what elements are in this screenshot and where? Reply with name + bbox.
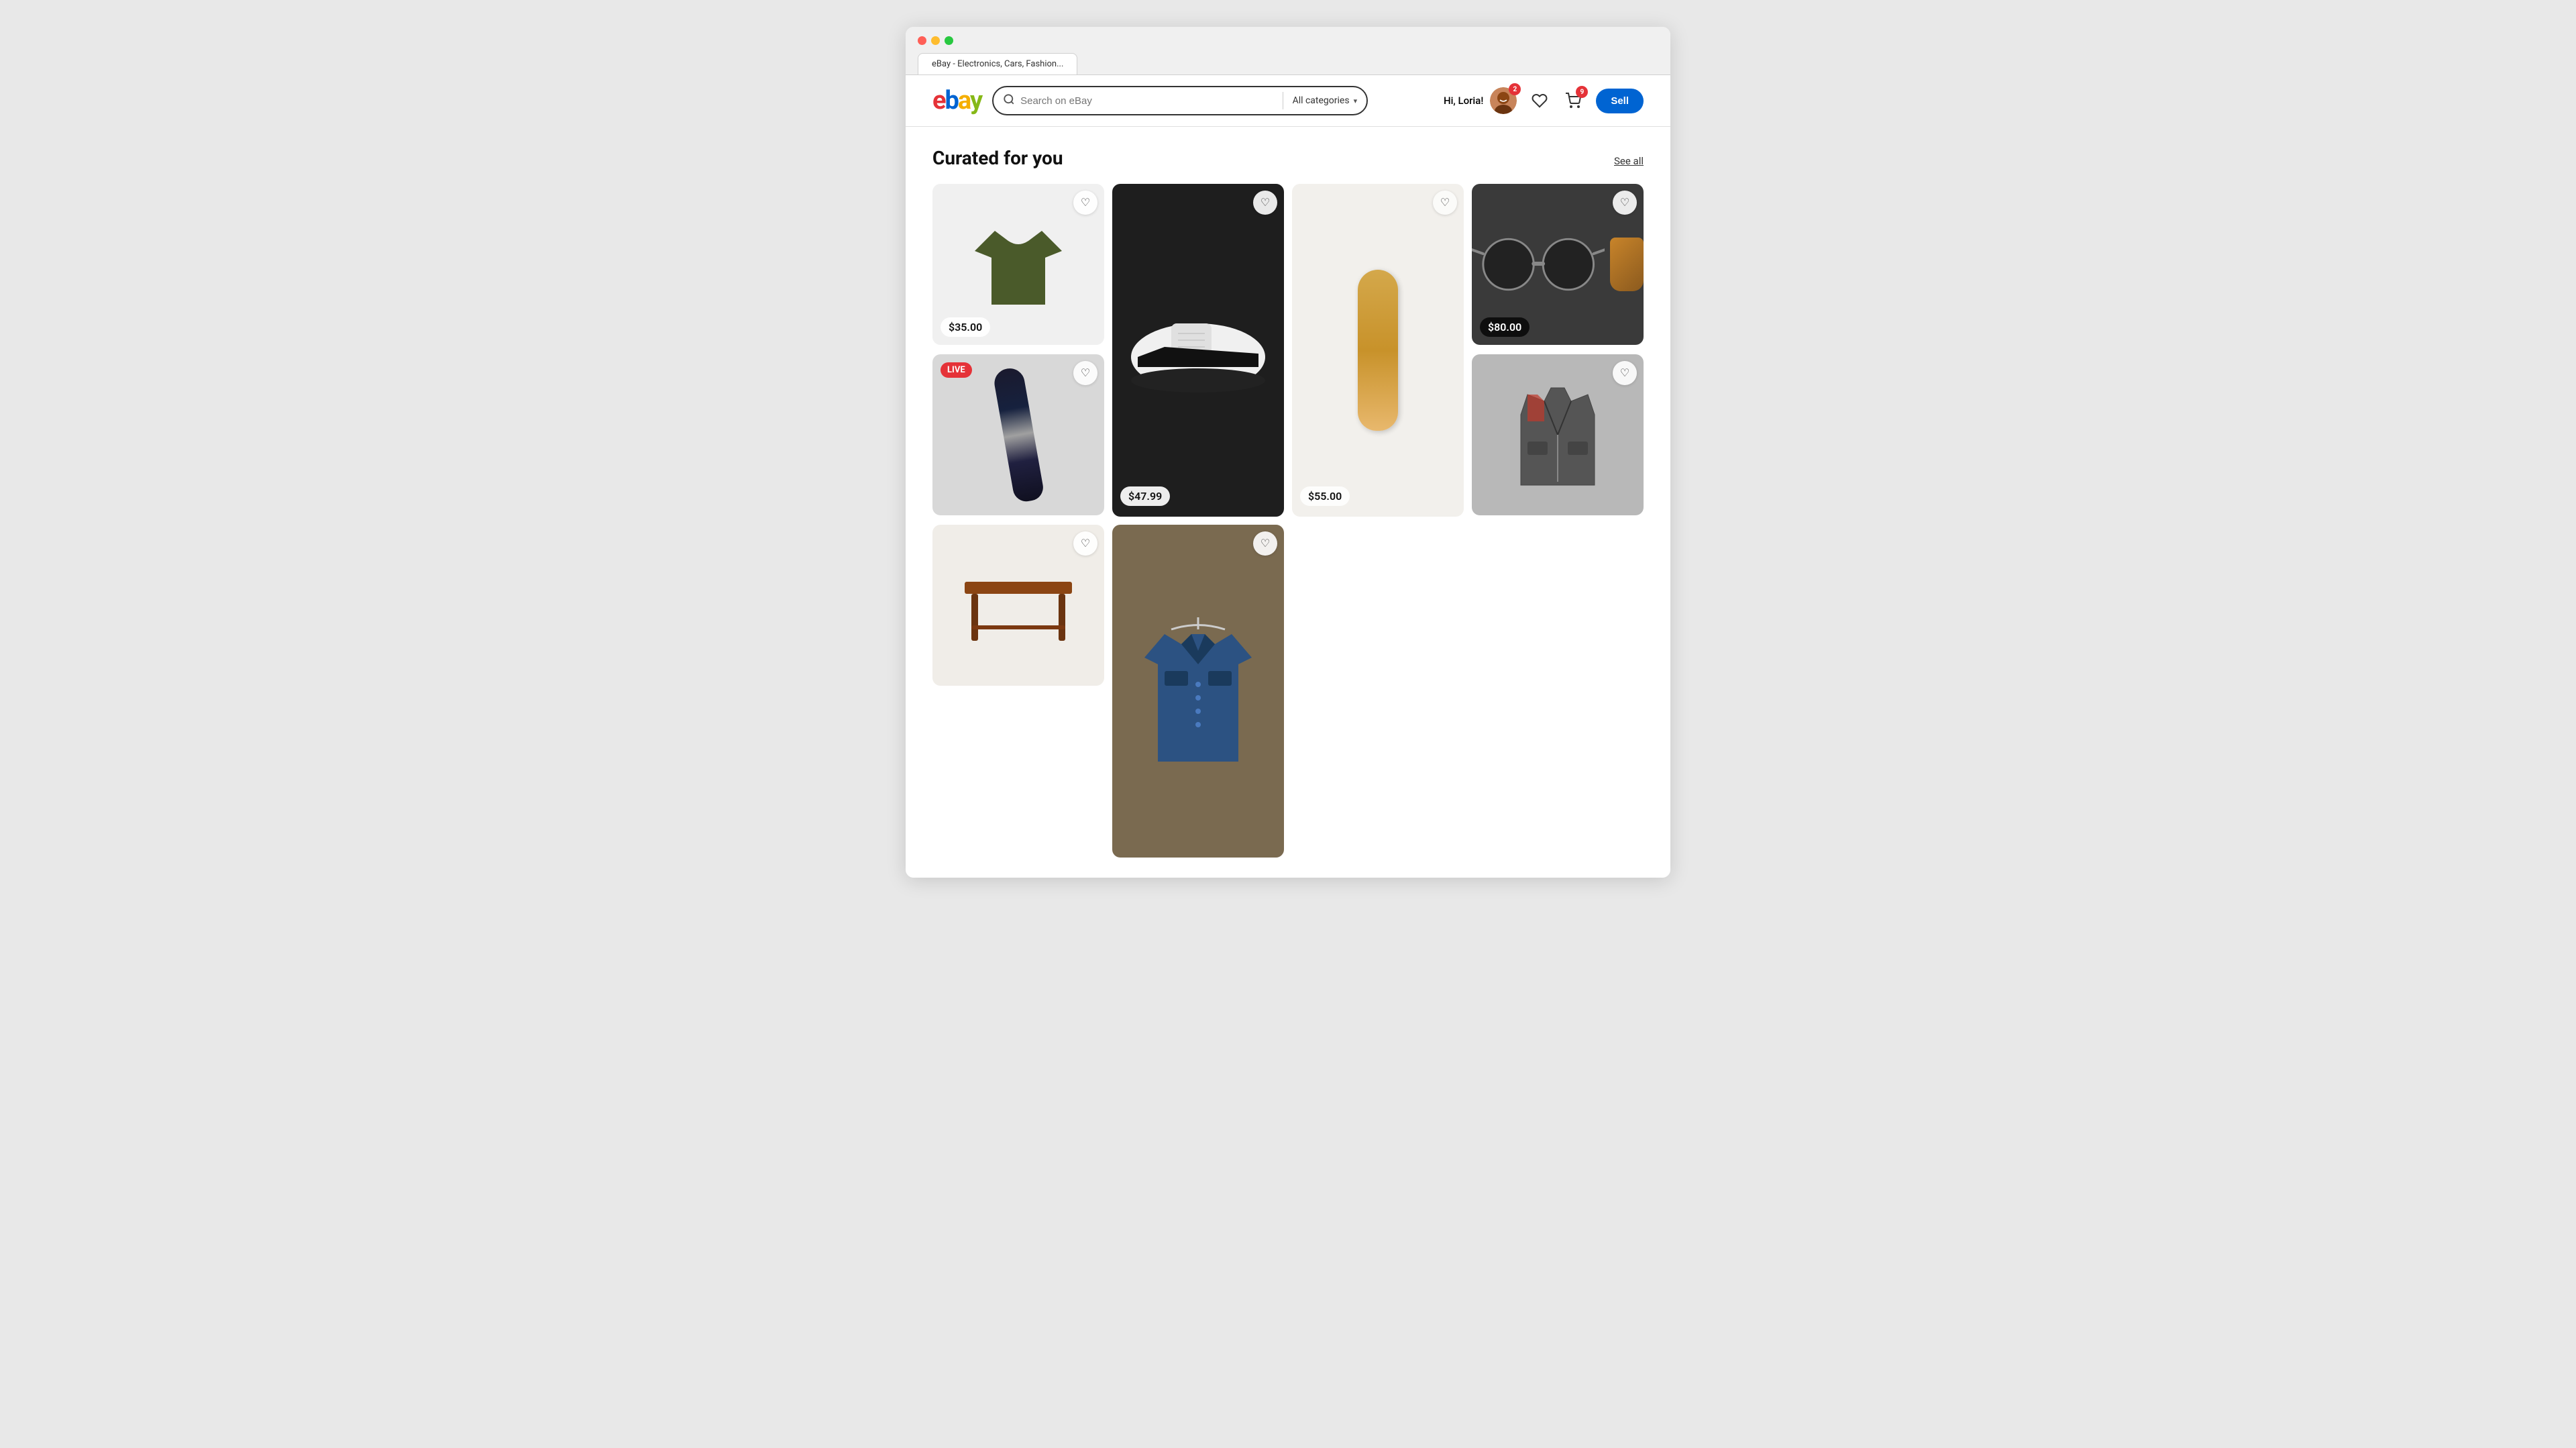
category-label: All categories — [1293, 95, 1350, 106]
logo-e: e — [932, 86, 945, 115]
shoes-svg — [1124, 303, 1272, 397]
product-card-tshirt[interactable]: ♡ $35.00 — [932, 184, 1104, 345]
cart-button-wrap: 9 — [1562, 90, 1584, 111]
wishlist-button-wrap — [1529, 90, 1550, 111]
price-badge-sunglasses: $80.00 — [1480, 317, 1529, 337]
user-notification-badge: 2 — [1509, 83, 1521, 95]
price-badge-shoes: $47.99 — [1120, 486, 1170, 506]
wishlist-button[interactable] — [1529, 90, 1550, 111]
wishlist-tshirt-button[interactable]: ♡ — [1073, 191, 1097, 215]
wishlist-jacket-button[interactable]: ♡ — [1253, 531, 1277, 556]
category-select[interactable]: All categories ▾ — [1283, 95, 1367, 106]
ebay-logo[interactable]: ebay — [932, 86, 981, 115]
price-badge-skateboard: $55.00 — [1300, 486, 1350, 506]
skate-deck — [1358, 270, 1398, 431]
tab-label: eBay - Electronics, Cars, Fashion... — [932, 59, 1063, 69]
product-grid: ♡ $35.00 ♡ — [932, 184, 1644, 858]
product-card-snowboard[interactable]: LIVE ♡ — [932, 354, 1104, 515]
dot-minimize[interactable] — [931, 36, 940, 45]
user-avatar-wrap: 2 — [1490, 87, 1517, 114]
dot-fullscreen[interactable] — [945, 36, 953, 45]
shoes-image — [1112, 184, 1284, 517]
see-all-link[interactable]: See all — [1614, 155, 1644, 167]
table-svg — [958, 562, 1079, 649]
browser-window: eBay - Electronics, Cars, Fashion... eba… — [906, 27, 1670, 878]
live-badge: LIVE — [941, 362, 972, 378]
chevron-down-icon: ▾ — [1354, 97, 1358, 105]
product-card-jacket[interactable]: ♡ — [1112, 525, 1284, 858]
vest-svg — [1514, 381, 1601, 488]
search-input[interactable] — [1020, 95, 1273, 107]
sunglasses-svg — [1472, 231, 1605, 298]
browser-tab[interactable]: eBay - Electronics, Cars, Fashion... — [918, 53, 1077, 74]
search-bar: All categories ▾ — [992, 86, 1368, 115]
search-icon — [1003, 93, 1015, 108]
product-card-vest[interactable]: ♡ — [1472, 354, 1644, 515]
dot-close[interactable] — [918, 36, 926, 45]
header: ebay All categories ▾ — [906, 75, 1670, 127]
section-header: Curated for you See all — [932, 147, 1644, 169]
logo-b: b — [945, 86, 958, 115]
product-card-sunglasses[interactable]: ♡ — [1472, 184, 1644, 345]
logo-y: y — [970, 86, 981, 115]
glasses-case — [1610, 238, 1644, 291]
wishlist-snowboard-button[interactable]: ♡ — [1073, 361, 1097, 385]
greeting-text: Hi, Loria! — [1444, 95, 1483, 107]
wishlist-skateboard-button[interactable]: ♡ — [1433, 191, 1457, 215]
logo-a: a — [958, 86, 970, 115]
jacket-svg — [1144, 617, 1252, 765]
wishlist-vest-button[interactable]: ♡ — [1613, 361, 1637, 385]
section-title: Curated for you — [932, 147, 1063, 169]
wishlist-sunglasses-button[interactable]: ♡ — [1613, 191, 1637, 215]
price-badge-tshirt: $35.00 — [941, 317, 990, 337]
skateboard-image — [1292, 184, 1464, 517]
product-card-table[interactable]: ♡ — [932, 525, 1104, 686]
browser-dots — [918, 36, 1658, 45]
snowboard-shape — [991, 366, 1044, 504]
cart-badge: 9 — [1576, 86, 1588, 98]
header-right: Hi, Loria! — [1444, 87, 1644, 114]
main-content: Curated for you See all ♡ $35.00 ♡ — [906, 127, 1670, 878]
wishlist-table-button[interactable]: ♡ — [1073, 531, 1097, 556]
search-input-wrap — [994, 93, 1282, 108]
product-card-skateboard[interactable]: ♡ $55.00 — [1292, 184, 1464, 517]
browser-chrome: eBay - Electronics, Cars, Fashion... — [906, 27, 1670, 75]
sell-button[interactable]: Sell — [1596, 89, 1644, 113]
user-greeting[interactable]: Hi, Loria! — [1444, 87, 1517, 114]
wishlist-shoes-button[interactable]: ♡ — [1253, 191, 1277, 215]
jacket-image — [1112, 525, 1284, 858]
product-card-shoes[interactable]: ♡ — [1112, 184, 1284, 517]
tshirt-svg — [975, 217, 1062, 311]
